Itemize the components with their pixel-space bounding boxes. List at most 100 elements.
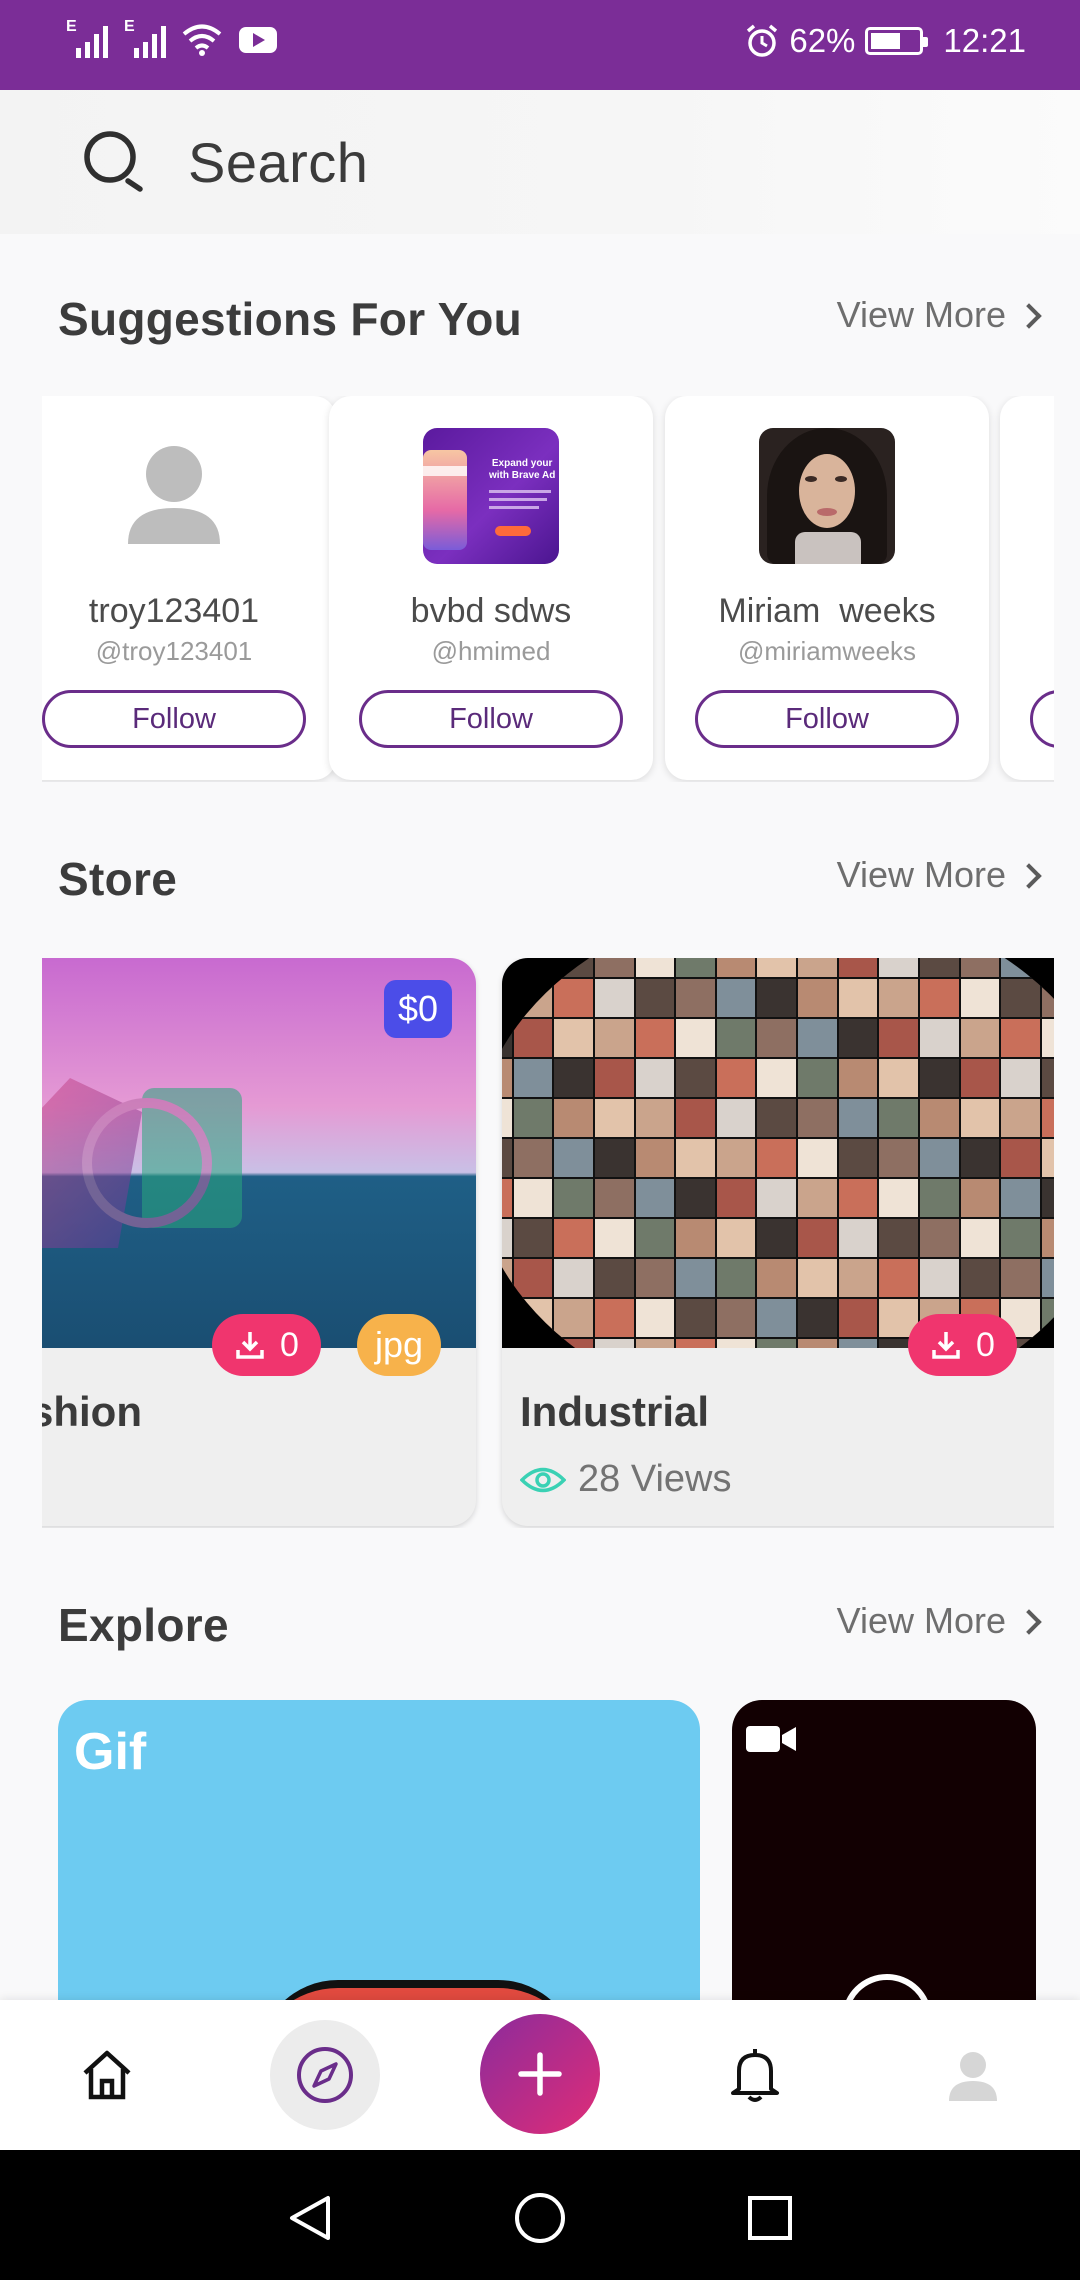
mosaic-tile [553,1338,594,1348]
mosaic-tile [553,1098,594,1138]
mosaic-tile [837,1338,879,1348]
suggestion-card[interactable]: troy123401 @troy123401 Follow [42,396,336,780]
mosaic-tile [918,958,960,978]
eye-icon [520,1467,566,1492]
mosaic-tile [797,978,838,1018]
home-button[interactable] [510,2188,570,2248]
section-title: Store [58,853,178,905]
mosaic-tile [959,1138,1001,1178]
mosaic-tile [918,1098,960,1138]
mosaic-tile [756,1218,797,1258]
mosaic-tile [675,1058,716,1098]
follow-button-partial[interactable] [1030,690,1054,748]
mosaic-tile [512,1338,554,1348]
suggestion-card-partial[interactable] [1000,396,1054,780]
mosaic-tile [675,1258,716,1298]
mosaic-tile [593,1098,635,1138]
mosaic-tile [1000,1218,1041,1258]
mosaic-tile [878,1218,919,1258]
mosaic-tile [593,978,635,1018]
store-item-card[interactable]: $0 0 jpg shion [42,958,476,1526]
search-input[interactable]: Search [188,130,368,195]
mosaic-tile [634,1338,676,1348]
view-more-label: View More [836,854,1006,895]
promo-text-line-1: Expand your [491,458,553,469]
home-circle-icon [515,2193,565,2243]
mosaic-tile [512,1298,554,1338]
recents-square-icon [748,2196,792,2240]
nav-explore[interactable] [270,2020,380,2130]
mosaic-tile [756,1018,797,1058]
explore-view-more-link[interactable]: View More [837,1600,1042,1642]
mosaic-tile [634,1058,676,1098]
mosaic-tile [797,1018,838,1058]
follow-button[interactable]: Follow [42,690,306,748]
mosaic-tile [634,1218,676,1258]
mosaic-tile [756,1298,797,1338]
nav-notifications[interactable] [700,2020,810,2130]
mosaic-tile [553,958,594,978]
mosaic-tile [797,1058,838,1098]
follow-button[interactable]: Follow [695,690,959,748]
nav-home[interactable] [52,2020,162,2130]
download-count-badge[interactable]: 0 [212,1314,321,1376]
mosaic-tile [675,1138,716,1178]
mosaic-tile [756,1098,797,1138]
nav-profile[interactable] [918,2020,1028,2130]
section-title: Suggestions For You [58,293,523,345]
mosaic-tile [593,1178,635,1218]
suggestions-header: Suggestions For You View More [58,292,1042,352]
mosaic-tile [512,1138,554,1178]
mosaic-tile [634,1018,676,1058]
explore-video-card[interactable] [732,1700,1036,2000]
mosaic-tile [797,958,838,978]
mosaic-tile [1040,1058,1054,1098]
mosaic-tile [1040,1218,1054,1258]
mosaic-tile [878,1258,919,1298]
download-icon [932,1332,960,1359]
mosaic-tile [1000,1018,1041,1058]
mosaic-tile [553,1218,594,1258]
download-count-badge[interactable]: 0 [908,1314,1017,1376]
mosaic-tile [959,958,1001,978]
store-view-more-link[interactable]: View More [836,854,1042,896]
mosaic-tile [675,1298,716,1338]
back-button[interactable] [280,2188,340,2248]
play-ring-icon [842,1974,932,2000]
nav-add-button[interactable] [480,2014,600,2134]
mosaic-tile [837,1178,879,1218]
suggestions-view-more-link[interactable]: View More [837,294,1042,336]
signal-icon: E [66,18,108,58]
suggestion-card[interactable]: Expand your with Brave Ad bvbd sdws @hmi… [329,396,653,780]
video-camera-icon [746,1726,796,1752]
recents-button[interactable] [740,2188,800,2248]
mosaic-tile [715,1178,757,1218]
mosaic-tile [502,958,513,978]
mosaic-tile [715,1018,757,1058]
search-bar[interactable]: Search [0,90,1080,234]
youtube-icon [239,27,277,53]
search-icon [84,131,143,192]
suggestion-card[interactable]: Miriam weeks @miriamweeks Follow [665,396,989,780]
suggestion-name: Miriam weeks [718,592,936,630]
promo-text-line-2: with Brave Ad [489,470,556,481]
mosaic-tile [959,978,1001,1018]
explore-gif-card[interactable]: Gif [58,1700,700,2000]
mosaic-tile [918,1218,960,1258]
mosaic-tile [1040,978,1054,1018]
explore-header: Explore View More [58,1598,1042,1658]
mosaic-tile [878,1138,919,1178]
mosaic-tile [837,1258,879,1298]
mosaic-tile [918,1178,960,1218]
mosaic-tile [1040,1018,1054,1058]
status-bar: E E 62% 12:21 [0,0,1080,90]
suggestions-carousel[interactable]: troy123401 @troy123401 Follow Expand you… [42,396,1054,782]
back-triangle-icon [290,2196,330,2240]
mosaic-tile [1000,1258,1041,1298]
store-item-card[interactable]: 0 Industrial 28 Views [502,958,1054,1526]
mosaic-tile [1000,1178,1041,1218]
follow-button[interactable]: Follow [359,690,623,748]
mosaic-tile [553,1298,594,1338]
store-carousel[interactable]: $0 0 jpg shion 0 Industrial [42,958,1054,1528]
battery-icon [865,27,929,55]
